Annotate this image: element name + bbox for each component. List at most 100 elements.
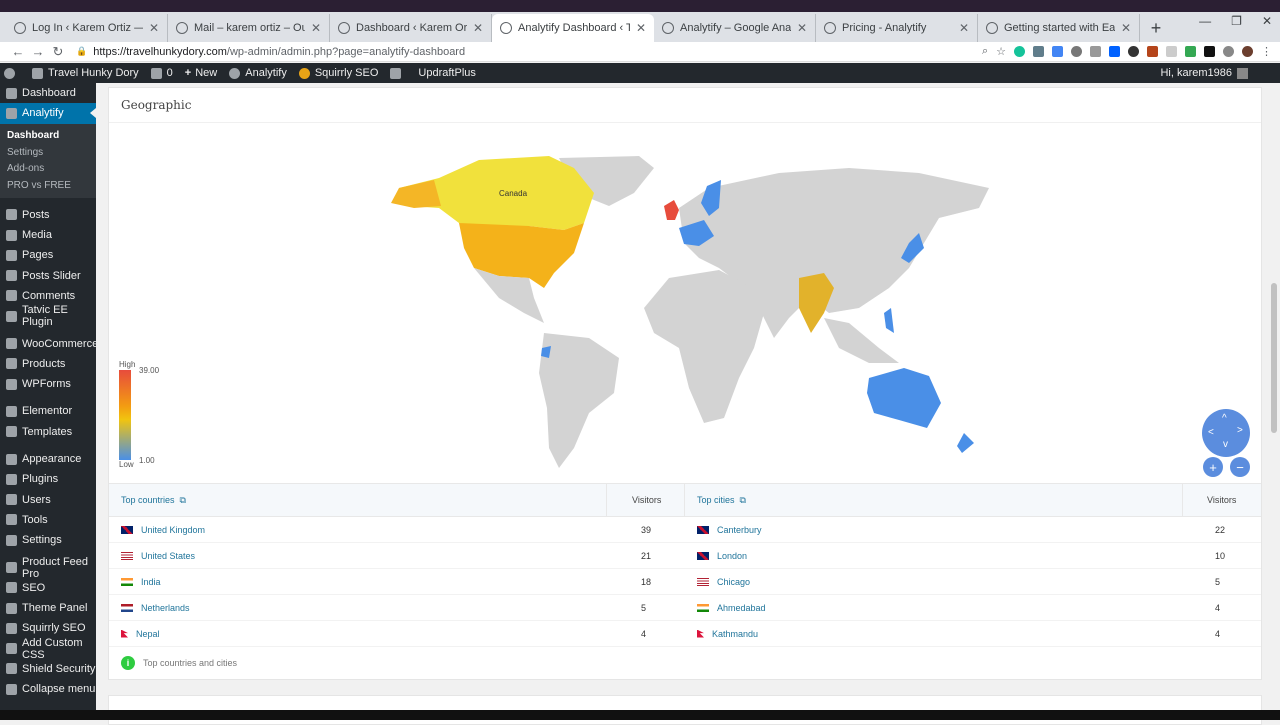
comments-link[interactable]: 0 bbox=[150, 67, 173, 79]
top-countries-header[interactable]: Top countries bbox=[121, 495, 175, 505]
extension-icon[interactable] bbox=[1185, 46, 1196, 57]
extension-icon[interactable] bbox=[1147, 46, 1158, 57]
extension-icon[interactable] bbox=[1166, 46, 1177, 57]
sidebar-item-appearance[interactable]: Appearance bbox=[0, 449, 96, 469]
site-name-link[interactable]: Travel Hunky Dory bbox=[32, 67, 139, 79]
browser-tab[interactable]: Analytify Dashboard ‹ Travel Hunky ✕ bbox=[492, 14, 654, 42]
country-name[interactable]: United States bbox=[141, 551, 195, 561]
browser-tab[interactable]: Pricing - Analytify ✕ bbox=[816, 14, 978, 42]
map-pan-control[interactable]: ^ < > v bbox=[1202, 409, 1250, 457]
submenu-item[interactable]: Settings bbox=[0, 144, 96, 161]
sidebar-item-products[interactable]: Products bbox=[0, 354, 96, 374]
submenu-item[interactable]: PRO vs FREE bbox=[0, 177, 96, 194]
sidebar-item-add-custom-css[interactable]: Add Custom CSS bbox=[0, 637, 96, 661]
yoast-link[interactable] bbox=[390, 67, 406, 79]
country-name[interactable]: India bbox=[141, 577, 161, 587]
city-name[interactable]: London bbox=[717, 551, 747, 561]
dropbox-icon[interactable] bbox=[1109, 46, 1120, 57]
forward-icon[interactable]: → bbox=[28, 44, 48, 59]
sidebar-item-posts-slider[interactable]: Posts Slider bbox=[0, 265, 96, 285]
sidebar-item-tatvic-ee-plugin[interactable]: Tatvic EE Plugin bbox=[0, 304, 96, 328]
menu-icon[interactable]: ⋮ bbox=[1261, 45, 1272, 58]
sidebar-item-tools[interactable]: Tools bbox=[0, 510, 96, 530]
sidebar-item-seo[interactable]: SEO bbox=[0, 578, 96, 598]
sidebar-item-dashboard[interactable]: Dashboard bbox=[0, 83, 96, 103]
star-icon[interactable]: ☆ bbox=[996, 45, 1006, 58]
browser-tab[interactable]: Mail – karem ortiz – Outlook ✕ bbox=[168, 14, 330, 42]
new-tab-button[interactable]: + bbox=[1144, 14, 1168, 42]
close-tab-icon[interactable]: ✕ bbox=[1121, 21, 1131, 35]
top-cities-header[interactable]: Top cities bbox=[697, 495, 735, 505]
zoom-out-button[interactable]: − bbox=[1230, 457, 1250, 477]
country-name[interactable]: Netherlands bbox=[141, 603, 190, 613]
city-name[interactable]: Canterbury bbox=[717, 525, 762, 535]
submenu-item[interactable]: Dashboard bbox=[0, 128, 96, 145]
url-field[interactable]: 🔒 https://travelhunkydory.com/wp-admin/a… bbox=[76, 46, 982, 58]
account-menu[interactable]: Hi, karem1986 bbox=[1160, 67, 1248, 79]
page-scrollbar[interactable] bbox=[1268, 83, 1280, 720]
browser-tab[interactable]: Getting started with Easy Digital ✕ bbox=[978, 14, 1140, 42]
avatar[interactable] bbox=[1242, 46, 1253, 57]
extension-icon[interactable] bbox=[1052, 46, 1063, 57]
browser-tab[interactable]: Analytify – Google Analytics Das ✕ bbox=[654, 14, 816, 42]
extension-icon[interactable] bbox=[1128, 46, 1139, 57]
sidebar-item-media[interactable]: Media bbox=[0, 225, 96, 245]
browser-tab[interactable]: Dashboard ‹ Karem Ortiz — Wo… ✕ bbox=[330, 14, 492, 42]
extension-icon[interactable] bbox=[1223, 46, 1234, 57]
sidebar-item-collapse-menu[interactable]: Collapse menu bbox=[0, 679, 96, 699]
external-link-icon[interactable]: ⧉ bbox=[180, 495, 186, 506]
browser-tab[interactable]: Log In ‹ Karem Ortiz — WordPress ✕ bbox=[6, 14, 168, 42]
city-name[interactable]: Chicago bbox=[717, 577, 750, 587]
close-tab-icon[interactable]: ✕ bbox=[636, 21, 646, 35]
sidebar-item-product-feed-pro[interactable]: Product Feed Pro bbox=[0, 556, 96, 580]
extension-icon[interactable] bbox=[1033, 46, 1044, 57]
city-name[interactable]: Ahmedabad bbox=[717, 603, 766, 613]
sidebar-item-theme-panel[interactable]: Theme Panel bbox=[0, 598, 96, 618]
minimize-icon[interactable]: — bbox=[1199, 14, 1211, 28]
close-tab-icon[interactable]: ✕ bbox=[311, 21, 321, 35]
sidebar-item-shield-security[interactable]: Shield Security bbox=[0, 659, 96, 679]
country-name[interactable]: United Kingdom bbox=[141, 525, 205, 535]
analytify-link[interactable]: Analytify bbox=[229, 67, 287, 79]
sidebar-item-settings[interactable]: Settings bbox=[0, 530, 96, 550]
grammarly-icon[interactable] bbox=[1014, 46, 1025, 57]
sidebar-item-pages[interactable]: Pages bbox=[0, 245, 96, 265]
close-tab-icon[interactable]: ✕ bbox=[959, 21, 969, 35]
back-icon[interactable]: ← bbox=[8, 44, 28, 59]
wordpress-icon[interactable] bbox=[1071, 46, 1082, 57]
search-icon[interactable]: ⌕ bbox=[982, 45, 988, 58]
wordpress-logo-icon[interactable] bbox=[4, 67, 20, 79]
world-map[interactable]: Canada bbox=[379, 148, 999, 488]
close-tab-icon[interactable]: ✕ bbox=[149, 21, 159, 35]
scrollbar-thumb[interactable] bbox=[1271, 283, 1277, 433]
new-content-link[interactable]: + New bbox=[185, 67, 217, 79]
sidebar-item-comments[interactable]: Comments bbox=[0, 286, 96, 306]
pan-left-icon[interactable]: < bbox=[1208, 427, 1214, 438]
sidebar-item-plugins[interactable]: Plugins bbox=[0, 469, 96, 489]
reload-icon[interactable]: ↻ bbox=[48, 44, 68, 60]
country-name[interactable]: Nepal bbox=[136, 629, 160, 639]
sidebar-item-users[interactable]: Users bbox=[0, 489, 96, 509]
sidebar-item-templates[interactable]: Templates bbox=[0, 422, 96, 442]
close-tab-icon[interactable]: ✕ bbox=[473, 21, 483, 35]
external-link-icon[interactable]: ⧉ bbox=[740, 495, 746, 506]
updraft-link[interactable]: UpdraftPlus bbox=[418, 67, 475, 79]
close-tab-icon[interactable]: ✕ bbox=[797, 21, 807, 35]
pan-down-icon[interactable]: v bbox=[1223, 439, 1228, 450]
pan-right-icon[interactable]: > bbox=[1237, 425, 1243, 436]
submenu-item[interactable]: Add-ons bbox=[0, 161, 96, 178]
city-name[interactable]: Kathmandu bbox=[712, 629, 758, 639]
sidebar-item-posts[interactable]: Posts bbox=[0, 205, 96, 225]
sidebar-item-woocommerce[interactable]: WooCommerce bbox=[0, 333, 98, 353]
zoom-in-button[interactable]: + bbox=[1203, 457, 1223, 477]
extension-icon[interactable] bbox=[1090, 46, 1101, 57]
sidebar-item-wpforms[interactable]: WPForms bbox=[0, 374, 96, 394]
extension-icon[interactable] bbox=[1204, 46, 1215, 57]
squirrly-link[interactable]: Squirrly SEO bbox=[298, 67, 378, 79]
sidebar-item-elementor[interactable]: Elementor bbox=[0, 401, 96, 421]
sidebar-item-analytify[interactable]: Analytify bbox=[0, 103, 96, 124]
pan-up-icon[interactable]: ^ bbox=[1222, 413, 1227, 424]
maximize-icon[interactable]: ❐ bbox=[1231, 14, 1242, 28]
sidebar-item-squirrly-seo[interactable]: Squirrly SEO bbox=[0, 618, 96, 638]
close-window-icon[interactable]: ✕ bbox=[1262, 14, 1272, 28]
